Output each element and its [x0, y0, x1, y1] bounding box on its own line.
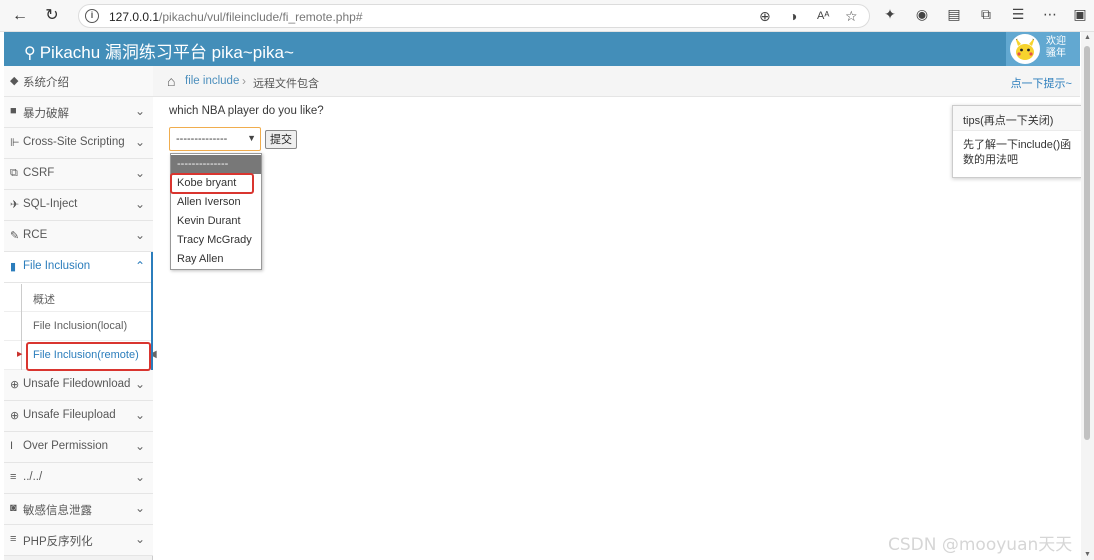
sidebar-item-brute-force[interactable]: ■ 暴力破解 ⌄ [4, 97, 153, 128]
list-icon: ≡ [10, 533, 17, 545]
upload-icon: ⊕ [10, 410, 20, 422]
sidebar-item-file-inclusion[interactable]: ▮ File Inclusion ⌃ [4, 252, 153, 283]
chevron-down-icon: ▼ [247, 133, 256, 143]
read-aloud-icon[interactable]: Aᴬ [817, 10, 829, 22]
sidebar-item-dir-traversal[interactable]: ≡ ../../ ⌄ [4, 463, 153, 494]
address-bar[interactable]: i 127.0.0.1/pikachu/vul/fileinclude/fi_r… [78, 4, 870, 28]
player-dropdown: -------------- Kobe bryant Allen Iverson… [170, 153, 262, 270]
chevron-down-icon: ⌄ [134, 470, 145, 484]
sidebar-item-csrf[interactable]: ⧉ CSRF ⌄ [4, 159, 153, 190]
chevron-down-icon: ⌄ [134, 501, 145, 515]
sidebar-item-unsafe-filedownload[interactable]: ⊕ Unsafe Filedownload ⌄ [4, 370, 153, 401]
sidebar-item-intro[interactable]: ◆ 系统介绍 [4, 66, 153, 97]
more-icon[interactable]: ⋯ [1040, 6, 1060, 23]
chevron-down-icon: ⌄ [134, 228, 145, 242]
dropdown-option[interactable]: Tracy McGrady [171, 231, 261, 250]
tips-body: 先了解一下include()函数的用法吧 [963, 139, 1072, 166]
sidebar-subitem-overview[interactable]: 概述 [4, 283, 153, 312]
sidebar-toggle-icon[interactable]: ▣ [1070, 6, 1090, 23]
sidebar-item-php-unserialize[interactable]: ≡ PHP反序列化 ⌄ [4, 525, 153, 556]
chevron-down-icon: ⌄ [134, 408, 145, 422]
question-label: which NBA player do you like? [169, 105, 324, 117]
home-icon[interactable]: ⌂ [167, 73, 175, 89]
dropdown-option[interactable]: Ray Allen [171, 250, 261, 269]
breadcrumb-current: 远程文件包含 [253, 78, 319, 90]
bird-extension-icon[interactable]: ✦ [880, 6, 900, 23]
chevron-down-icon: ⌄ [134, 377, 145, 391]
sidebar-item-info-leak[interactable]: ◙ 敏感信息泄露 ⌄ [4, 494, 153, 525]
zoom-icon[interactable]: ⊕ [759, 8, 771, 25]
chevron-up-icon: ⌃ [134, 259, 145, 273]
dropdown-option[interactable]: Kevin Durant [171, 212, 261, 231]
sitemap-icon: ⊩ [10, 137, 20, 149]
avatar [1010, 34, 1040, 64]
breadcrumb-link[interactable]: file include [185, 75, 239, 87]
url-text[interactable]: 127.0.0.1/pikachu/vul/fileinclude/fi_rem… [109, 10, 363, 24]
sidebar-item-xss[interactable]: ⊩ Cross-Site Scripting ⌄ [4, 128, 153, 159]
favorites-icon[interactable]: ☰ [1008, 6, 1028, 23]
wrench-icon: ✎ [10, 230, 20, 242]
download-icon: ⊕ [10, 379, 20, 391]
player-select[interactable]: -------------- ▼ [169, 127, 261, 151]
scrollbar[interactable]: ▲ ▼ [1081, 32, 1094, 560]
tips-title[interactable]: tips(再点一下关闭) [953, 106, 1081, 131]
tips-popover[interactable]: tips(再点一下关闭) 先了解一下include()函数的用法吧 [952, 105, 1082, 178]
tag-icon: ◆ [10, 75, 19, 87]
breadcrumb-separator: › [242, 74, 246, 88]
sidebar-item-sql-inject[interactable]: ✈ SQL-Inject ⌄ [4, 190, 153, 221]
lock-icon: ■ [10, 105, 17, 117]
watermark: CSDN @mooyuan天天 [888, 535, 1073, 555]
camera-icon: ◙ [10, 502, 17, 514]
highlight-kobe-option [170, 173, 254, 194]
circle-extension-icon[interactable]: ◉ [912, 6, 932, 23]
brand-title[interactable]: ⚲ Pikachu 漏洞练习平台 pika~pika~ [24, 38, 294, 63]
user-greeting: 欢迎 骚年 [1046, 36, 1066, 59]
user-menu[interactable]: 欢迎 骚年 [1006, 32, 1080, 66]
dropdown-option[interactable]: Allen Iverson [171, 193, 261, 212]
current-item-arrow-icon: ▶ [17, 351, 23, 358]
chevron-down-icon: ⌄ [134, 197, 145, 211]
chevron-down-icon: ⌄ [134, 166, 145, 180]
translate-icon[interactable]: ◑ [789, 8, 797, 24]
dropdown-option[interactable]: -------------- [171, 155, 261, 174]
sidebar-subitem-local[interactable]: File Inclusion(local) [4, 312, 153, 341]
hint-link[interactable]: 点一下提示~ [1011, 75, 1072, 91]
text-cursor-icon: I [10, 440, 14, 452]
submit-button[interactable]: 提交 [265, 130, 297, 149]
favorite-star-icon[interactable]: ☆ [845, 8, 858, 25]
scroll-up-icon[interactable]: ▲ [1084, 34, 1091, 41]
breadcrumb: ⌂ file include › 远程文件包含 点一下提示~ [153, 66, 1080, 97]
external-link-icon: ⧉ [10, 167, 18, 179]
browser-toolbar: ← ↻ i 127.0.0.1/pikachu/vul/fileinclude/… [0, 0, 1094, 32]
chevron-down-icon: ⌄ [134, 532, 145, 546]
sidebar-item-over-permission[interactable]: I Over Permission ⌄ [4, 432, 153, 463]
chevron-down-icon: ⌄ [134, 104, 145, 118]
back-icon[interactable]: ← [10, 6, 30, 26]
reload-icon[interactable]: ↻ [42, 6, 62, 26]
sidebar-item-unsafe-fileupload[interactable]: ⊕ Unsafe Fileupload ⌄ [4, 401, 153, 432]
extensions-icon[interactable]: ⧉ [976, 6, 996, 23]
info-icon[interactable]: i [85, 9, 99, 23]
chevron-down-icon: ⌄ [134, 439, 145, 453]
highlight-remote-item [26, 342, 151, 371]
active-indicator [151, 252, 153, 372]
file-icon: ▮ [10, 261, 17, 273]
key-icon: ⚲ [24, 45, 36, 62]
plane-icon: ✈ [10, 199, 20, 211]
sidebar: ◆ 系统介绍 ■ 暴力破解 ⌄ ⊩ Cross-Site Scripting ⌄… [4, 66, 157, 560]
split-screen-icon[interactable]: ▤ [944, 6, 964, 23]
scroll-down-icon[interactable]: ▼ [1084, 551, 1091, 558]
chevron-down-icon: ⌄ [134, 135, 145, 149]
scroll-thumb[interactable] [1084, 46, 1090, 440]
app-header: ⚲ Pikachu 漏洞练习平台 pika~pika~ 欢迎 骚年 [4, 32, 1080, 66]
sidebar-item-rce[interactable]: ✎ RCE ⌄ [4, 221, 153, 252]
list-icon: ≡ [10, 471, 17, 483]
